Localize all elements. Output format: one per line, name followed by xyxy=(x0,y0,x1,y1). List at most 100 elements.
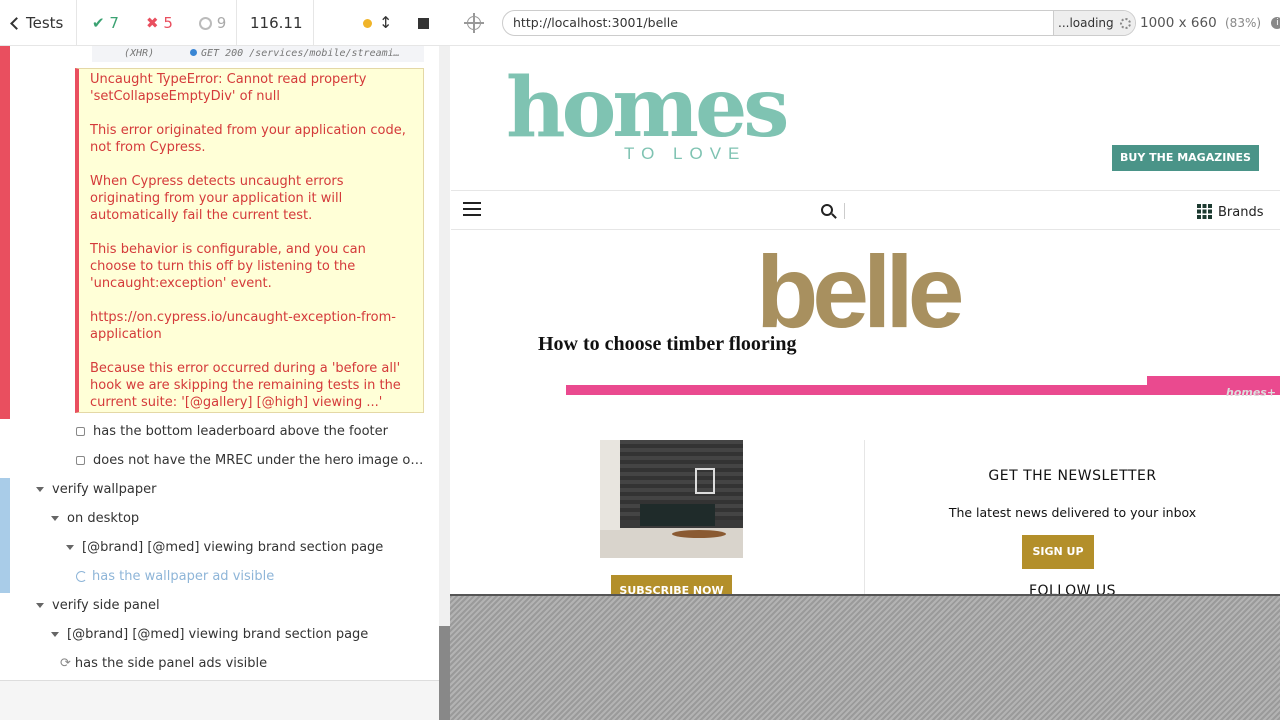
test-title: does not have the MREC under the hero im… xyxy=(93,453,424,468)
error-paragraph: This error originated from your applicat… xyxy=(90,123,406,155)
test-item[interactable]: does not have the MREC under the hero im… xyxy=(76,451,423,471)
nav-divider xyxy=(844,203,845,219)
suite-title: [@brand] [@med] viewing brand section pa… xyxy=(82,540,384,555)
caret-down-icon xyxy=(66,545,74,550)
dot-icon xyxy=(363,19,372,28)
stop-button[interactable] xyxy=(418,0,429,46)
arrows-vertical-icon: ↕ xyxy=(379,13,393,32)
divider xyxy=(313,0,314,46)
homes-logo[interactable]: homes TO LOVE xyxy=(506,60,789,170)
xhr-method: (XHR) xyxy=(124,48,155,59)
pending-number: 9 xyxy=(216,14,227,32)
search-icon-handle xyxy=(831,213,837,219)
failed-number: 5 xyxy=(163,14,173,32)
caret-down-icon xyxy=(51,516,59,521)
passed-count[interactable]: ✔ 7 xyxy=(92,0,119,46)
auto-scroll-toggle[interactable]: ↕ xyxy=(379,0,392,46)
suite-title: verify side panel xyxy=(52,598,160,613)
grid-icon xyxy=(1197,204,1212,219)
aut-empty-area xyxy=(450,594,1280,720)
suite-item[interactable]: verify side panel xyxy=(36,596,160,616)
tests-nav-button[interactable]: Tests xyxy=(10,0,63,46)
cover-curtain xyxy=(600,440,620,530)
suite-title: verify wallpaper xyxy=(52,482,157,497)
nav-bottom-border xyxy=(451,229,1280,230)
url-bar[interactable]: http://localhost:3001/belle ...loading xyxy=(502,10,1136,36)
stop-icon xyxy=(418,18,429,29)
spinner-icon xyxy=(1120,18,1132,29)
running-indicator xyxy=(363,0,372,46)
reporter-stats-bar: Tests ✔ 7 ✖ 5 9 116.11 ↕ xyxy=(0,0,450,46)
follow-us-heading: FOLLOW US xyxy=(1028,583,1117,594)
logo-main: homes xyxy=(506,60,789,156)
pink-banner-bar xyxy=(566,385,1280,395)
cypress-reporter: Tests ✔ 7 ✖ 5 9 116.11 ↕ (XHR) GET 200 /s… xyxy=(0,0,450,720)
divider xyxy=(76,0,77,46)
info-icon: i xyxy=(1271,17,1280,29)
pink-banner-tab xyxy=(1147,376,1280,386)
failed-count[interactable]: ✖ 5 xyxy=(146,0,173,46)
buy-magazines-button[interactable]: BUY THE MAGAZINES xyxy=(1112,145,1259,171)
suite-title: [@brand] [@med] viewing brand section pa… xyxy=(67,627,369,642)
error-docs-link[interactable]: https://on.cypress.io/uncaught-exception… xyxy=(90,309,413,343)
pending-count[interactable]: 9 xyxy=(199,0,226,46)
caret-down-icon xyxy=(51,632,59,637)
crosshair-icon-line xyxy=(464,22,484,24)
aut-header: http://localhost:3001/belle ...loading 1… xyxy=(450,0,1280,46)
checkbox-icon xyxy=(76,456,85,465)
suite-item[interactable]: on desktop xyxy=(51,509,139,529)
dot-icon xyxy=(190,49,197,56)
checkbox-icon xyxy=(76,427,85,436)
error-paragraph: This behavior is configurable, and you c… xyxy=(90,242,366,291)
app-iframe: homes TO LOVE BUY THE MAGAZINES Brands b… xyxy=(451,46,1280,594)
brands-menu[interactable]: Brands xyxy=(1197,204,1264,222)
nav-top-border xyxy=(451,190,1280,191)
test-title: has the bottom leaderboard above the foo… xyxy=(93,424,388,439)
caret-down-icon xyxy=(36,487,44,492)
suite-item[interactable]: verify wallpaper xyxy=(36,480,156,500)
article-title[interactable]: How to choose timber flooring xyxy=(538,333,797,356)
url-text: http://localhost:3001/belle xyxy=(513,15,678,30)
scrollbar-thumb[interactable] xyxy=(439,626,450,720)
check-icon: ✔ xyxy=(92,14,105,32)
suite-title: on desktop xyxy=(67,511,140,526)
test-title: has the side panel ads visible xyxy=(74,656,268,671)
test-item[interactable]: has the bottom leaderboard above the foo… xyxy=(76,422,388,442)
duration: 116.11 xyxy=(250,14,303,32)
test-item[interactable]: ⟳ has the side panel ads visible xyxy=(60,654,267,674)
newsletter-text: The latest news delivered to your inbox xyxy=(948,505,1197,520)
homes-watermark: homes+ xyxy=(1226,386,1277,399)
passed-number: 7 xyxy=(109,14,119,32)
reporter-footer xyxy=(0,680,439,720)
magazine-cover-image[interactable] xyxy=(600,440,743,558)
test-item-running[interactable]: has the wallpaper ad visible xyxy=(76,567,274,587)
xhr-text: GET 200 /services/mobile/streami… xyxy=(201,48,400,59)
brands-label: Brands xyxy=(1218,205,1264,220)
chevron-left-icon xyxy=(10,17,23,30)
logo-sub: TO LOVE xyxy=(624,144,747,163)
x-icon: ✖ xyxy=(146,14,159,32)
hamburger-icon[interactable] xyxy=(463,202,481,216)
viewport-size: 1000 x 660 xyxy=(1140,15,1217,31)
subscribe-now-button[interactable]: SUBSCRIBE NOW xyxy=(611,575,732,594)
search-icon[interactable] xyxy=(821,204,837,220)
spinner-icon xyxy=(76,571,87,582)
suite-item[interactable]: [@brand] [@med] viewing brand section pa… xyxy=(51,625,368,645)
suite-item[interactable]: [@brand] [@med] viewing brand section pa… xyxy=(66,538,383,558)
error-paragraph: Because this error occurred during a 'be… xyxy=(90,361,401,410)
cover-frame xyxy=(695,468,715,494)
circle-icon xyxy=(199,17,212,30)
xhr-command-row[interactable]: (XHR) GET 200 /services/mobile/streami… xyxy=(92,46,424,62)
hamburger-middle-line xyxy=(463,208,481,210)
refresh-icon: ⟳ xyxy=(60,656,71,671)
reporter-scrollbar[interactable] xyxy=(439,46,450,720)
viewport-scale: (83%) xyxy=(1225,16,1262,30)
error-title: Uncaught TypeError: Cannot read property… xyxy=(90,72,367,104)
test-title: has the wallpaper ad visible xyxy=(92,569,275,584)
viewport-info[interactable]: 1000 x 660 (83%) i xyxy=(1140,0,1280,46)
loading-indicator: ...loading xyxy=(1053,11,1135,35)
selector-playground-button[interactable] xyxy=(464,13,484,33)
newsletter-title: GET THE NEWSLETTER xyxy=(988,468,1157,484)
loading-text: ...loading xyxy=(1058,16,1114,30)
sign-up-button[interactable]: SIGN UP xyxy=(1022,535,1094,569)
